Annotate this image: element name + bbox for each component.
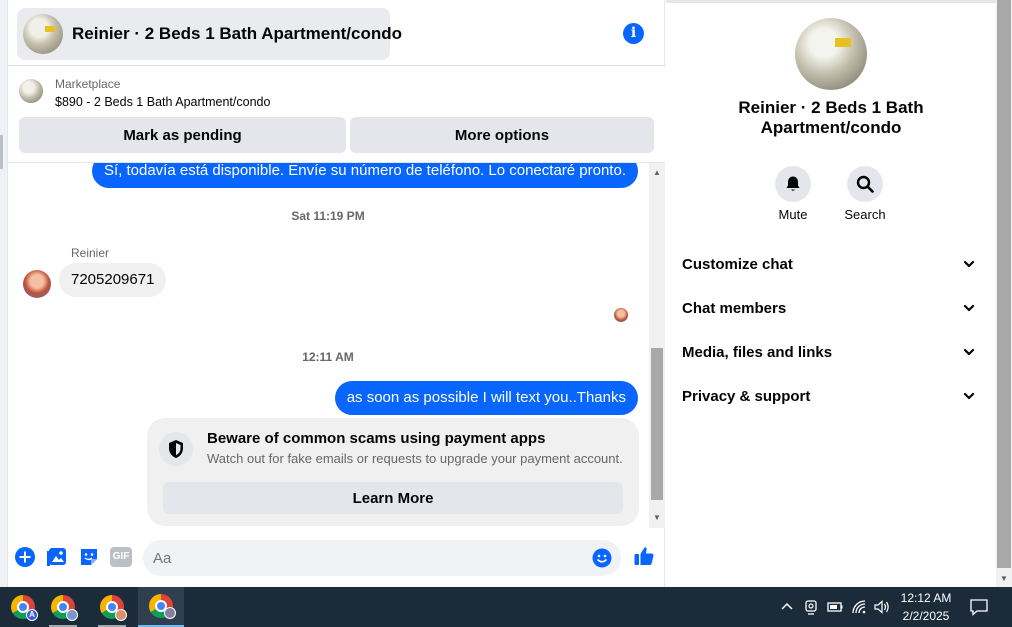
- bell-icon: [775, 166, 811, 202]
- mark-as-pending-button[interactable]: Mark as pending: [19, 117, 346, 153]
- volume-icon[interactable]: [873, 598, 891, 616]
- scroll-down-arrow[interactable]: ▼: [996, 571, 1012, 587]
- message-scrollbar[interactable]: ▲ ▼: [649, 163, 665, 528]
- photo-icon[interactable]: [46, 546, 68, 568]
- top-divider: [666, 0, 996, 3]
- chat-title: Reinier · 2 Beds 1 Bath Apartment/condo: [72, 24, 402, 43]
- composer: GIF: [8, 530, 665, 586]
- scam-warning-title: Beware of common scams using payment app…: [207, 430, 546, 447]
- timestamp: 12:11 AM: [302, 350, 354, 364]
- more-options-button[interactable]: More options: [350, 117, 654, 153]
- taskbar-chrome-profile-3[interactable]: [89, 587, 135, 627]
- conversation-avatar: [795, 18, 867, 90]
- chevron-down-icon: [963, 348, 975, 356]
- details-panel: Reinier · 2 Beds 1 Bath Apartment/condo …: [666, 0, 996, 587]
- info-icon[interactable]: i: [623, 23, 644, 44]
- left-gutter: [0, 0, 7, 587]
- profile-badge: [164, 607, 176, 619]
- message-input-container[interactable]: [143, 540, 621, 576]
- profile-badge: [66, 609, 78, 621]
- outgoing-message[interactable]: Sí, todavía está disponible. Envíe su nú…: [91, 163, 638, 188]
- gutter-tick: [0, 135, 3, 169]
- taskbar-chrome-profile-2[interactable]: [40, 587, 86, 627]
- scroll-down-arrow[interactable]: ▼: [649, 510, 665, 526]
- screen: Reinier · 2 Beds 1 Bath Apartment/condo …: [0, 0, 1012, 627]
- chevron-up-icon[interactable]: [778, 598, 796, 616]
- learn-more-button[interactable]: Learn More: [163, 482, 623, 514]
- plus-icon[interactable]: [14, 546, 36, 568]
- chat-title-button[interactable]: Reinier · 2 Beds 1 Bath Apartment/condo: [17, 8, 402, 60]
- taskbar: A 12:12 AM 2/2/2025: [0, 587, 1012, 627]
- search-button[interactable]: Search: [835, 166, 895, 222]
- mute-button[interactable]: Mute: [763, 166, 823, 222]
- timestamp: Sat 11:19 PM: [291, 209, 365, 223]
- taskbar-chrome-profile-4[interactable]: [138, 587, 184, 627]
- clock-time: 12:12 AM: [900, 591, 952, 605]
- listing-thumbnail: [23, 14, 63, 54]
- chevron-down-icon: [963, 304, 975, 312]
- emoji-icon[interactable]: [592, 548, 612, 568]
- clock-date: 2/2/2025: [902, 609, 950, 623]
- chat-header: Reinier · 2 Beds 1 Bath Apartment/condo …: [8, 0, 665, 66]
- section-customize-chat[interactable]: Customize chat: [672, 244, 986, 284]
- section-label: Privacy & support: [682, 387, 811, 405]
- profile-badge: A: [26, 609, 38, 621]
- section-label: Media, files and links: [682, 343, 833, 361]
- system-clock[interactable]: 12:12 AM 2/2/2025: [894, 589, 958, 625]
- sender-name: Reinier: [71, 246, 110, 260]
- message-list: Sí, todavía está disponible. Envíe su nú…: [8, 163, 648, 528]
- profile-badge: [115, 609, 127, 621]
- search-icon: [847, 166, 883, 202]
- chevron-down-icon: [963, 392, 975, 400]
- mute-label: Mute: [778, 207, 808, 222]
- shield-icon: [159, 432, 193, 466]
- scroll-up-arrow[interactable]: ▲: [649, 165, 665, 181]
- chat-panel: Reinier · 2 Beds 1 Bath Apartment/condo …: [7, 0, 665, 587]
- battery-icon[interactable]: [826, 598, 844, 616]
- section-label: Customize chat: [682, 255, 793, 273]
- wifi-icon[interactable]: [850, 598, 868, 616]
- page-scrollbar[interactable]: ▼: [996, 0, 1012, 587]
- seen-indicator-avatar: [614, 308, 628, 322]
- search-label: Search: [844, 207, 886, 222]
- section-privacy-support[interactable]: Privacy & support: [672, 376, 986, 416]
- chevron-down-icon: [963, 260, 975, 268]
- listing-description[interactable]: $890 - 2 Beds 1 Bath Apartment/condo: [55, 95, 270, 109]
- marketplace-banner: Marketplace $890 - 2 Beds 1 Bath Apartme…: [8, 67, 665, 163]
- sender-avatar[interactable]: [23, 270, 51, 298]
- gif-icon[interactable]: GIF: [110, 547, 132, 567]
- scam-warning-text: Watch out for fake emails or requests to…: [207, 451, 623, 466]
- thumbs-up-icon[interactable]: [633, 545, 655, 567]
- scrollbar-thumb[interactable]: [997, 0, 1011, 568]
- incoming-message[interactable]: 7205209671: [59, 263, 167, 297]
- scrollbar-thumb[interactable]: [651, 348, 663, 500]
- meet-now-icon[interactable]: [802, 598, 820, 616]
- section-label: Chat members: [682, 299, 787, 317]
- conversation-title: Reinier · 2 Beds 1 Bath Apartment/condo: [738, 98, 924, 137]
- outgoing-message[interactable]: as soon as possible I will text you..Tha…: [334, 381, 638, 415]
- sticker-icon[interactable]: [78, 546, 100, 568]
- marketplace-label: Marketplace: [55, 77, 121, 91]
- section-media-files-links[interactable]: Media, files and links: [672, 332, 986, 372]
- listing-small-thumbnail: [19, 79, 43, 103]
- section-chat-members[interactable]: Chat members: [672, 288, 986, 328]
- scam-warning-card: Beware of common scams using payment app…: [147, 418, 639, 526]
- notification-icon[interactable]: [969, 597, 989, 617]
- message-input[interactable]: [153, 540, 583, 576]
